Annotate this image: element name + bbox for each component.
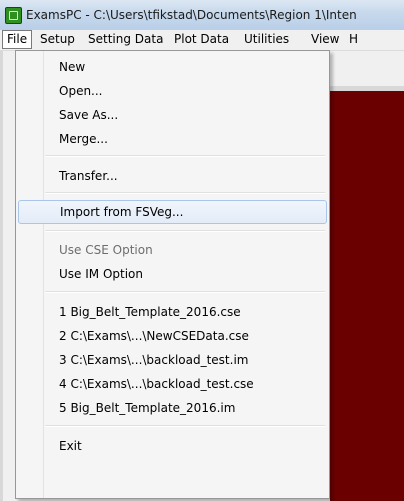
menu-item-save-as[interactable]: Save As...	[18, 103, 327, 127]
menu-item-use-im-option[interactable]: Use IM Option	[18, 262, 327, 286]
menu-separator	[45, 230, 325, 232]
menu-file[interactable]: File	[2, 30, 33, 49]
window-title: ExamsPC - C:\Users\tfikstad\Documents\Re…	[26, 8, 357, 22]
menu-separator	[45, 155, 325, 157]
menu-separator	[45, 425, 325, 427]
menu-view[interactable]: View	[307, 31, 343, 48]
menu-setup[interactable]: Setup	[36, 31, 79, 48]
window-left-edge	[0, 51, 3, 501]
menu-bar: File Setup Setting Data Plot Data Utilit…	[0, 30, 404, 51]
title-bar: ExamsPC - C:\Users\tfikstad\Documents\Re…	[0, 0, 404, 31]
menu-item-transfer[interactable]: Transfer...	[18, 164, 327, 188]
menu-item-import-fsveg[interactable]: Import from FSVeg...	[18, 200, 327, 224]
mdi-child-window	[330, 91, 404, 501]
menu-item-new[interactable]: New	[18, 55, 327, 79]
menu-setting-data[interactable]: Setting Data	[84, 31, 167, 48]
menu-item-recent-file-5[interactable]: 5 Big_Belt_Template_2016.im	[18, 396, 327, 420]
menu-item-use-cse-option: Use CSE Option	[59, 243, 153, 257]
menu-item-recent-file-2[interactable]: 2 C:\Exams\...\NewCSEData.cse	[18, 324, 327, 348]
file-dropdown-menu: New Open... Save As... Merge... Transfer…	[15, 50, 330, 499]
examspc-app-icon[interactable]	[5, 7, 22, 24]
menu-separator	[45, 192, 325, 194]
menu-item-merge[interactable]: Merge...	[18, 127, 327, 151]
menu-plot-data[interactable]: Plot Data	[170, 31, 233, 48]
menu-item-recent-file-3[interactable]: 3 C:\Exams\...\backload_test.im	[18, 348, 327, 372]
menu-item-recent-file-4[interactable]: 4 C:\Exams\...\backload_test.cse	[18, 372, 327, 396]
menu-item-exit[interactable]: Exit	[18, 434, 327, 458]
menu-item-recent-file-1[interactable]: 1 Big_Belt_Template_2016.cse	[18, 300, 327, 324]
menu-separator	[45, 291, 325, 293]
menu-utilities[interactable]: Utilities	[240, 31, 293, 48]
menu-item-open[interactable]: Open...	[18, 79, 327, 103]
menu-help[interactable]: H	[345, 31, 362, 48]
